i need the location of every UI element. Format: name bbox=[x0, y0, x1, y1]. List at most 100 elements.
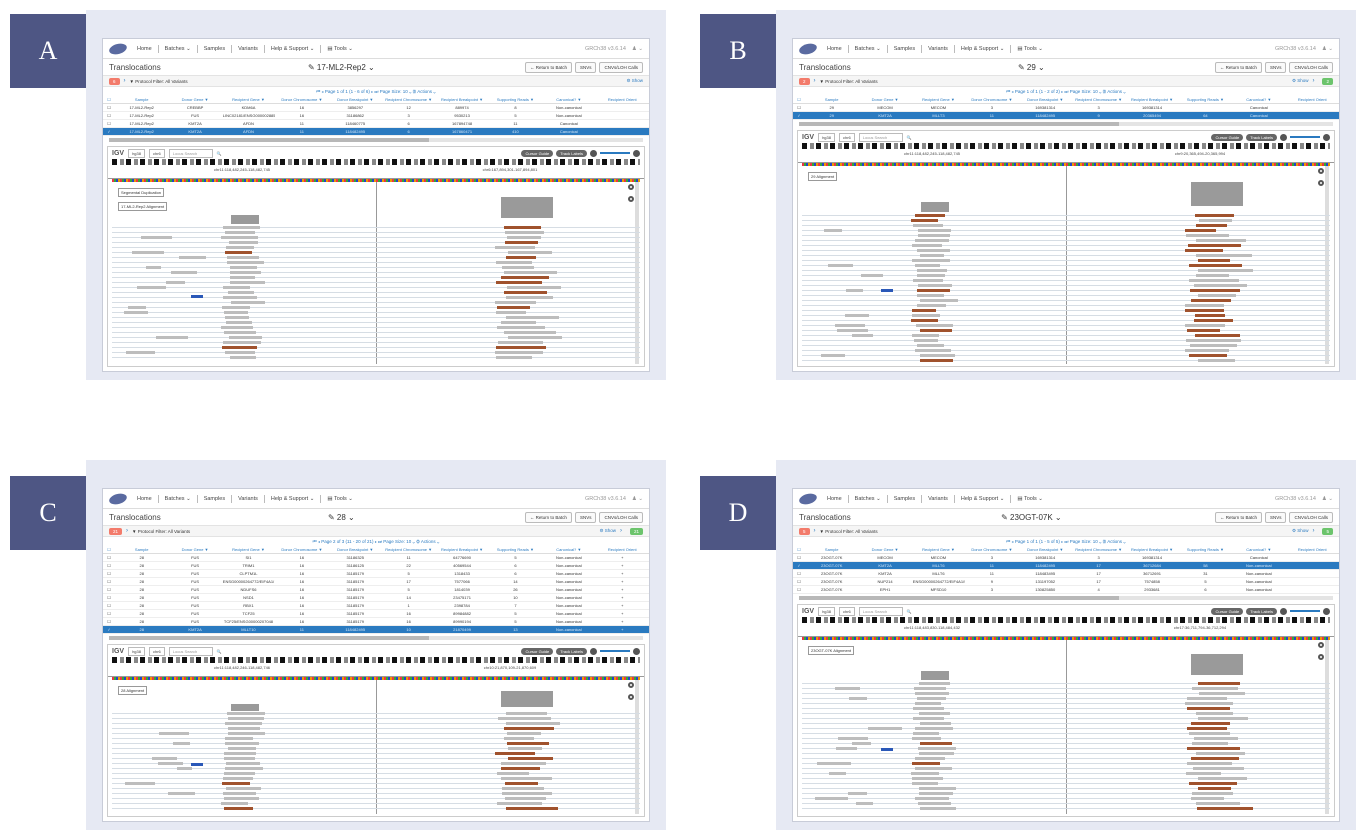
igv-viewer[interactable]: IGV hg38 chr6 Locus Search 🔍 Cursor Guide Trac… bbox=[797, 130, 1335, 367]
column-header[interactable]: Donor Chromosome ▼ bbox=[275, 96, 329, 104]
search-icon[interactable]: 🔍 bbox=[217, 649, 222, 654]
column-header[interactable]: Sample bbox=[115, 96, 169, 104]
header-button[interactable]: SNVs bbox=[1264, 511, 1287, 523]
pager[interactable]: ⏮ ◂ Page 1 of 1 (1 - 2 of 2) ▸ ⏭ Page Si… bbox=[793, 87, 1339, 96]
header-button[interactable]: SNVs bbox=[574, 511, 597, 523]
zoom-slider[interactable] bbox=[600, 650, 630, 652]
gear-icon[interactable] bbox=[628, 196, 634, 202]
chevron-right-icon[interactable]: › bbox=[1312, 78, 1314, 84]
pager[interactable]: ⏮ ◂ Page 2 of 3 (11 - 20 of 21) ▸ ⏭ Page… bbox=[103, 537, 649, 546]
locus-search-input[interactable]: Locus Search bbox=[858, 606, 903, 616]
row-checkbox[interactable]: ☐ bbox=[103, 111, 115, 120]
column-header[interactable]: Donor Gene ▼ bbox=[858, 96, 912, 104]
select-all-checkbox[interactable]: ☐ bbox=[103, 96, 115, 104]
column-header[interactable]: Recipient Orient bbox=[595, 546, 649, 554]
table-row[interactable]: ☐ 28 FUS CLPTM1L 16 31185179 5 1318433 6 Non-cano… bbox=[103, 569, 649, 578]
igv-viewer[interactable]: IGV hg38 chr6 Locus Search 🔍 Cursor Guide Trac… bbox=[107, 146, 645, 367]
nav-item[interactable]: Batches ⌄ bbox=[165, 496, 191, 502]
nav-item[interactable]: ▤ Tools ⌄ bbox=[1017, 496, 1043, 502]
column-header[interactable]: Donor Breakpoint ▼ bbox=[1018, 96, 1072, 104]
nav-item[interactable]: Batches ⌄ bbox=[855, 46, 881, 52]
nav-item[interactable]: Variants bbox=[928, 46, 948, 52]
chevron-right-icon[interactable]: › bbox=[620, 528, 622, 534]
header-button[interactable]: CNVs/LOH Calls bbox=[1289, 61, 1333, 73]
gear-icon[interactable] bbox=[1318, 642, 1324, 648]
column-header[interactable]: Recipient Chromosome ▼ bbox=[381, 96, 436, 104]
header-button[interactable]: CNVs/LOH Calls bbox=[599, 61, 643, 73]
column-header[interactable]: Donor Chromosome ▼ bbox=[965, 546, 1019, 554]
column-header[interactable]: Supporting Reads ▼ bbox=[1178, 96, 1233, 104]
nav-item[interactable]: ▤ Tools ⌄ bbox=[1017, 46, 1043, 52]
locus-search-input[interactable]: Locus Search bbox=[168, 148, 213, 158]
row-checkbox[interactable]: ☐ bbox=[793, 577, 805, 586]
table-row[interactable]: ✓ 17-ML2-Rep2 KMT2A AFDN 11 118482495 6 1678604… bbox=[103, 127, 649, 136]
header-button[interactable]: SNVs bbox=[574, 61, 597, 73]
table-scrollbar[interactable] bbox=[109, 138, 643, 142]
protocol-filter[interactable]: ▼ Protocol Filter: All Variants bbox=[820, 79, 878, 84]
user-icon[interactable]: ♟ ⌄ bbox=[632, 496, 643, 502]
column-header[interactable]: Recipient Breakpoint ▼ bbox=[435, 546, 489, 554]
sample-selector[interactable]: ✎ 23OGT-07K ⌄ bbox=[1001, 513, 1062, 522]
column-header[interactable]: Supporting Reads ▼ bbox=[488, 546, 543, 554]
column-header[interactable]: Recipient Breakpoint ▼ bbox=[435, 96, 489, 104]
user-icon[interactable]: ♟ ⌄ bbox=[1322, 46, 1333, 52]
column-header[interactable]: Canonical? ▼ bbox=[542, 546, 596, 554]
chromosome-select[interactable]: chr6 bbox=[148, 646, 165, 656]
table-row[interactable]: ✓ 29 KMT2A MLLT3 11 118482495 9 20365494 64 Canon… bbox=[793, 111, 1339, 120]
gear-icon[interactable] bbox=[628, 682, 634, 688]
header-button[interactable]: ← Return to Batch bbox=[1214, 511, 1262, 523]
alignment-track[interactable]: 29 Alignment bbox=[802, 166, 1330, 364]
cursor-guide-button[interactable]: Cursor Guide bbox=[1211, 607, 1244, 615]
nav-item[interactable]: Samples bbox=[894, 496, 915, 502]
alignment-track[interactable]: 28 Alignment bbox=[112, 680, 640, 814]
chevron-right-icon[interactable]: › bbox=[1312, 528, 1314, 534]
chromosome-select[interactable]: chr6 bbox=[838, 132, 855, 142]
table-row[interactable]: ☐ 29 MECOM MECOM 3 169381314 3 169381314 Canonic… bbox=[793, 103, 1339, 112]
search-icon[interactable]: 🔍 bbox=[217, 151, 222, 156]
alignment-track[interactable]: 23OGT-07K Alignment bbox=[802, 640, 1330, 814]
nav-item[interactable]: Help & Support ⌄ bbox=[961, 496, 1004, 502]
cursor-guide-button[interactable]: Cursor Guide bbox=[521, 149, 554, 157]
column-header[interactable]: Supporting Reads ▼ bbox=[488, 96, 543, 104]
table-row[interactable]: ☐ 23OGT-07K EPH1 MFSD10 3 130825850 4 2933681 6 N… bbox=[793, 585, 1339, 594]
nav-item[interactable]: ▤ Tools ⌄ bbox=[327, 496, 353, 502]
row-checkbox[interactable]: ☐ bbox=[103, 617, 115, 626]
chevron-right-icon[interactable]: › bbox=[814, 528, 816, 534]
table-scrollbar[interactable] bbox=[799, 596, 1333, 600]
zoom-slider[interactable] bbox=[1290, 136, 1320, 138]
row-checkbox[interactable]: ✓ bbox=[793, 561, 805, 570]
column-header[interactable]: Donor Gene ▼ bbox=[858, 546, 912, 554]
user-icon[interactable]: ♟ ⌄ bbox=[632, 46, 643, 52]
user-icon[interactable]: ♟ ⌄ bbox=[1322, 496, 1333, 502]
table-row[interactable]: ☐ 23OGT-07K MECOM MECOM 3 169381314 3 169381314… bbox=[793, 553, 1339, 562]
nav-item[interactable]: ▤ Tools ⌄ bbox=[327, 46, 353, 52]
nav-item[interactable]: Samples bbox=[204, 46, 225, 52]
count-badge-right[interactable]: 2 bbox=[1322, 77, 1333, 85]
row-checkbox[interactable]: ☐ bbox=[103, 119, 115, 128]
chevron-right-icon[interactable]: › bbox=[124, 78, 126, 84]
row-checkbox[interactable]: ☐ bbox=[103, 593, 115, 602]
nav-item[interactable]: Variants bbox=[238, 46, 258, 52]
header-button[interactable]: ← Return to Batch bbox=[524, 511, 572, 523]
gear-icon[interactable] bbox=[1318, 180, 1324, 186]
column-header[interactable]: Recipient Chromosome ▼ bbox=[381, 546, 436, 554]
row-checkbox[interactable]: ☐ bbox=[793, 103, 805, 112]
column-header[interactable]: Recipient Gene ▼ bbox=[221, 546, 276, 554]
table-row[interactable]: ☐ 28 FUS NDUFS6 16 31185179 5 1814039 26 Non-cano… bbox=[103, 585, 649, 594]
protocol-filter[interactable]: ▼ Protocol Filter: All Variants bbox=[130, 79, 188, 84]
zoom-in-icon[interactable] bbox=[1323, 607, 1330, 615]
igv-viewer[interactable]: IGV hg38 chr6 Locus Search 🔍 Cursor Guide Trac… bbox=[797, 604, 1335, 817]
chevron-right-icon[interactable]: › bbox=[814, 78, 816, 84]
nav-item[interactable]: Batches ⌄ bbox=[855, 496, 881, 502]
column-header[interactable]: Canonical? ▼ bbox=[1232, 96, 1286, 104]
nav-item[interactable]: Home bbox=[137, 496, 152, 502]
count-badge-left[interactable]: 6 bbox=[109, 77, 120, 85]
zoom-out-icon[interactable] bbox=[590, 149, 597, 157]
genome-select[interactable]: hg38 bbox=[818, 132, 835, 142]
track-labels-button[interactable]: Track Labels bbox=[556, 149, 587, 157]
column-header[interactable]: Sample bbox=[805, 96, 859, 104]
gear-icon[interactable] bbox=[1318, 168, 1324, 174]
cursor-guide-button[interactable]: Cursor Guide bbox=[521, 647, 554, 655]
row-checkbox[interactable]: ☐ bbox=[793, 585, 805, 594]
nav-item[interactable]: Help & Support ⌄ bbox=[271, 46, 314, 52]
